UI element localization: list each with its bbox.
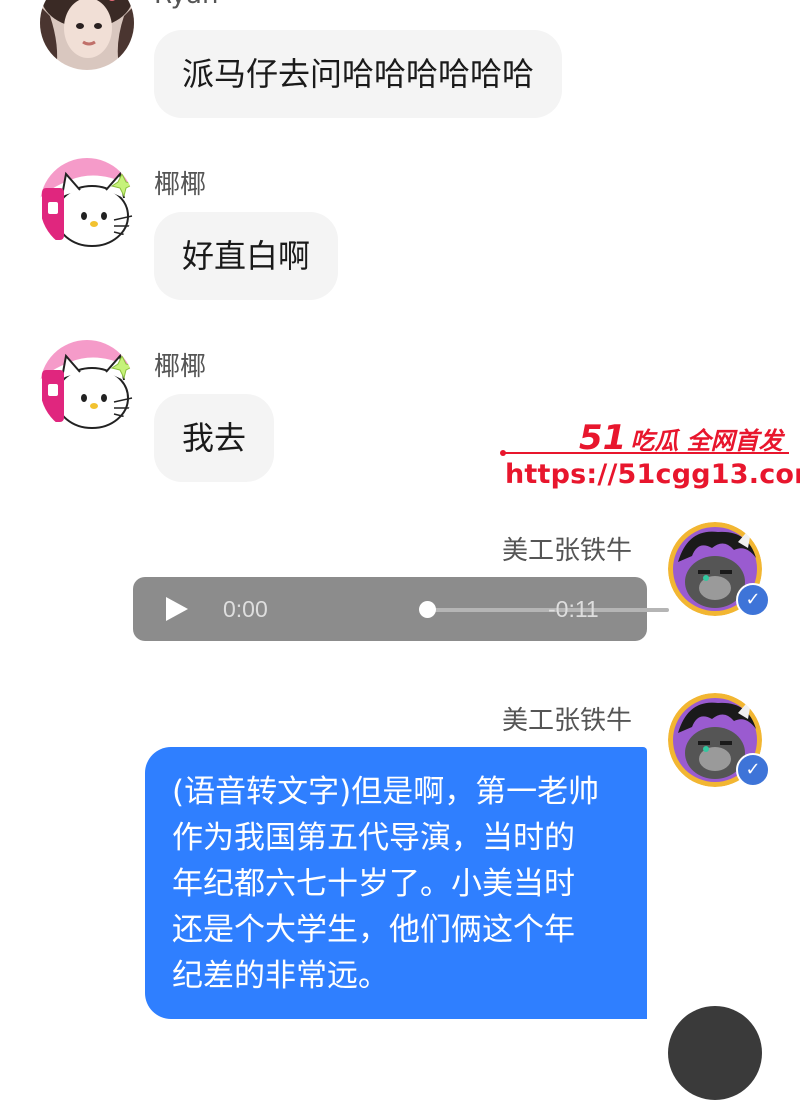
avatar-ryan[interactable]	[40, 0, 134, 70]
avatar-yeye[interactable]	[40, 158, 134, 252]
audio-current-time: 0:00	[223, 596, 268, 622]
message-bubble[interactable]: 我去	[154, 394, 275, 482]
audio-progress-knob[interactable]	[419, 601, 436, 618]
sender-name: 美工张铁牛	[502, 536, 633, 566]
avatar-yeye[interactable]	[40, 340, 134, 434]
sender-name: Ryan	[154, 0, 218, 10]
audio-remaining-time: -0:11	[548, 596, 599, 622]
message-bubble-transcript[interactable]: (语音转文字)但是啊，第一老帅 作为我国第五代导演，当时的 年纪都六七十岁了。小…	[145, 747, 647, 1019]
transcript-line: 还是个大学生，他们俩这个年	[172, 912, 575, 948]
sender-name: 美工张铁牛	[502, 706, 633, 736]
transcript-line: (语音转文字)但是啊，第一老帅	[172, 774, 600, 810]
verified-check-icon: ✓	[736, 753, 770, 787]
sender-name: 椰椰	[154, 170, 207, 200]
play-icon[interactable]	[166, 597, 188, 621]
sender-name: 椰椰	[154, 352, 207, 382]
watermark: 51 吃瓜 全网首发 https://51cgg13.com	[497, 418, 800, 494]
avatar-partial[interactable]	[668, 1006, 762, 1100]
verified-check-icon: ✓	[736, 583, 770, 617]
message-bubble[interactable]: 派马仔去问哈哈哈哈哈哈	[154, 30, 563, 118]
voice-message-player[interactable]: 0:00 -0:11	[133, 577, 669, 641]
message-bubble[interactable]: 好直白啊	[154, 212, 339, 300]
transcript-line: 年纪都六七十岁了。小美当时	[172, 866, 575, 902]
watermark-divider	[500, 450, 789, 456]
transcript-line: 作为我国第五代导演，当时的	[172, 820, 575, 856]
watermark-url: https://51cgg13.com	[505, 459, 800, 490]
transcript-line: 纪差的非常远。	[172, 958, 389, 994]
